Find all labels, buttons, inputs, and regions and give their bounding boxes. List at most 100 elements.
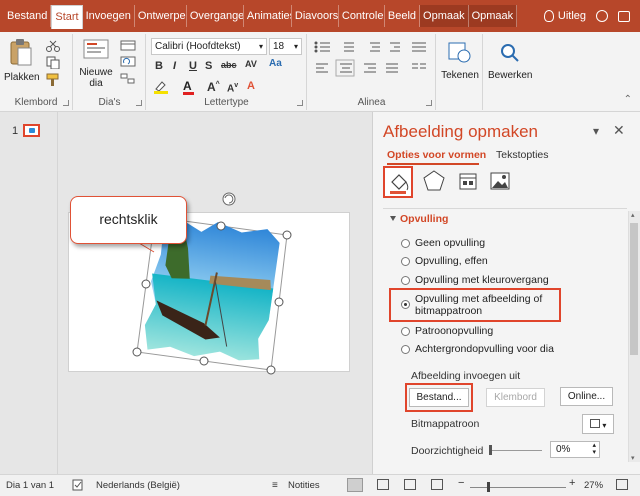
radio-gradient-fill[interactable] — [401, 276, 410, 285]
bitmap-pattern-dropdown[interactable]: ▾ — [582, 414, 614, 434]
zoom-level[interactable]: 27% — [584, 480, 603, 491]
paste-button[interactable]: Plakken — [4, 38, 40, 83]
drawing-button[interactable]: Tekenen — [441, 40, 479, 81]
font-size-box[interactable]: 18 ▾ — [269, 38, 302, 55]
bold-icon[interactable]: B — [155, 60, 163, 72]
file-button[interactable]: Bestand... — [409, 388, 469, 407]
account-icon[interactable] — [596, 10, 608, 22]
tab-diavoorstelling[interactable]: Diavoorstelling — [292, 5, 339, 27]
font-color-icon[interactable]: A — [183, 79, 194, 95]
radio-no-fill[interactable] — [401, 239, 410, 248]
notes-button[interactable]: Notities — [288, 480, 320, 491]
scissors-icon[interactable] — [46, 40, 60, 52]
clipboard-button[interactable]: Klembord — [486, 388, 545, 407]
tab-invoegen[interactable]: Invoegen — [83, 5, 135, 27]
increase-font-icon[interactable]: A^ — [207, 80, 220, 94]
picture-tab[interactable] — [487, 168, 513, 194]
zoom-slider-track[interactable] — [470, 487, 566, 488]
label-no-fill: Geen opvulling — [415, 237, 486, 249]
tab-animaties[interactable]: Animaties — [244, 5, 292, 27]
zoom-out-icon[interactable]: − — [458, 477, 464, 489]
spelling-check-icon[interactable] — [72, 479, 84, 491]
tab-shape-options[interactable]: Opties voor vormen — [387, 149, 486, 161]
pane-options-icon[interactable]: ▾ — [593, 124, 599, 138]
font-name-box[interactable]: Calibri (Hoofdtekst) ▾ — [151, 38, 267, 55]
shadow-icon[interactable]: S — [205, 60, 212, 72]
tab-controleren[interactable]: Controleren — [339, 5, 385, 27]
slides-launcher-icon[interactable] — [136, 100, 142, 106]
underline-icon[interactable]: U — [189, 60, 197, 72]
normal-view-icon[interactable] — [347, 478, 363, 492]
radio-picture-fill[interactable] — [401, 300, 410, 309]
pane-title: Afbeelding opmaken — [383, 122, 539, 141]
new-slide-button[interactable]: Nieuwe dia — [78, 38, 114, 89]
transparency-slider-track[interactable] — [490, 450, 542, 451]
radio-pattern-fill[interactable] — [401, 327, 410, 336]
font-group-label: Lettertype — [204, 97, 249, 108]
fit-to-window-icon[interactable] — [616, 479, 628, 490]
pattern-icon — [589, 419, 600, 428]
active-tab-underline — [387, 163, 479, 165]
slideshow-icon[interactable] — [431, 479, 443, 490]
format-painter-icon[interactable] — [46, 73, 60, 86]
online-button[interactable]: Online... — [560, 387, 613, 406]
transparency-slider-thumb[interactable] — [489, 445, 492, 455]
transparency-input[interactable]: 0% ▴ ▾ — [550, 441, 600, 458]
copy-icon[interactable] — [46, 56, 60, 69]
share-icon[interactable] — [618, 10, 630, 22]
reset-icon[interactable] — [120, 56, 136, 67]
tab-opmaak-tekenen[interactable]: Opmaak — [420, 5, 469, 27]
language-status[interactable]: Nederlands (België) — [96, 480, 180, 491]
layout-icon[interactable] — [120, 40, 136, 51]
paragraph-icons[interactable] — [314, 40, 434, 96]
zoom-in-icon[interactable]: + — [569, 477, 575, 489]
rightclick-callout: rechtsklik — [70, 196, 187, 244]
size-icon — [459, 173, 477, 190]
tab-beeld[interactable]: Beeld — [385, 5, 421, 27]
clear-formatting-icon[interactable]: A — [247, 80, 255, 92]
close-icon[interactable]: ✕ — [613, 122, 625, 139]
size-properties-tab[interactable] — [455, 168, 481, 194]
tab-bestand[interactable]: Bestand — [4, 5, 52, 27]
effects-tab[interactable] — [421, 168, 447, 194]
collapse-ribbon-icon[interactable]: ⌃ — [624, 94, 632, 105]
paragraph-group-label: Alinea — [357, 97, 386, 108]
lightbulb-icon — [543, 10, 554, 22]
slide-sorter-icon[interactable] — [377, 479, 389, 490]
paint-bucket-icon — [390, 174, 409, 194]
collapse-triangle-icon[interactable] — [390, 216, 396, 221]
tab-overgangen[interactable]: Overgangen — [187, 5, 244, 27]
highlight-icon[interactable] — [153, 80, 169, 94]
chevron-down-icon: ▾ — [293, 42, 298, 51]
font-group: Calibri (Hoofdtekst) ▾ 18 ▾ B I U S abc … — [147, 34, 307, 110]
tab-ontwerpen[interactable]: Ontwerpen — [135, 5, 187, 27]
strikethrough-icon[interactable]: abc — [221, 60, 237, 70]
scroll-up-icon[interactable]: ▴ — [631, 211, 635, 219]
tab-text-options[interactable]: Tekstopties — [496, 149, 549, 161]
italic-icon[interactable]: I — [173, 60, 176, 72]
fill-line-tab[interactable] — [383, 166, 413, 198]
radio-background-fill[interactable] — [401, 345, 410, 354]
clipboard-launcher-icon[interactable] — [63, 100, 69, 106]
chevron-down-icon: ▾ — [602, 421, 607, 430]
editing-button[interactable]: Bewerken — [488, 40, 532, 81]
radio-solid-fill[interactable] — [401, 257, 410, 266]
section-icon[interactable] — [120, 73, 136, 84]
change-case-icon[interactable]: Aa — [269, 58, 282, 69]
pane-scroll-thumb[interactable] — [630, 223, 638, 355]
chevron-down-icon: ▾ — [258, 42, 263, 51]
font-launcher-icon[interactable] — [297, 100, 303, 106]
slide-thumbnail[interactable] — [23, 124, 40, 137]
selected-picture[interactable] — [58, 112, 371, 474]
decrease-font-icon[interactable]: Av — [227, 82, 238, 94]
reading-view-icon[interactable] — [404, 479, 416, 490]
tell-me-box[interactable]: Uitleg — [543, 10, 586, 22]
clipboard-icon — [10, 39, 32, 66]
spacing-icon[interactable]: AV — [245, 59, 257, 69]
fill-section-header[interactable]: Opvulling — [400, 213, 448, 225]
tab-start[interactable]: Start — [51, 5, 83, 29]
scroll-down-icon[interactable]: ▾ — [631, 454, 635, 462]
zoom-slider-thumb[interactable] — [487, 482, 490, 492]
paragraph-launcher-icon[interactable] — [426, 100, 432, 106]
tab-opmaak-afbeelding[interactable]: Opmaak — [468, 5, 518, 27]
